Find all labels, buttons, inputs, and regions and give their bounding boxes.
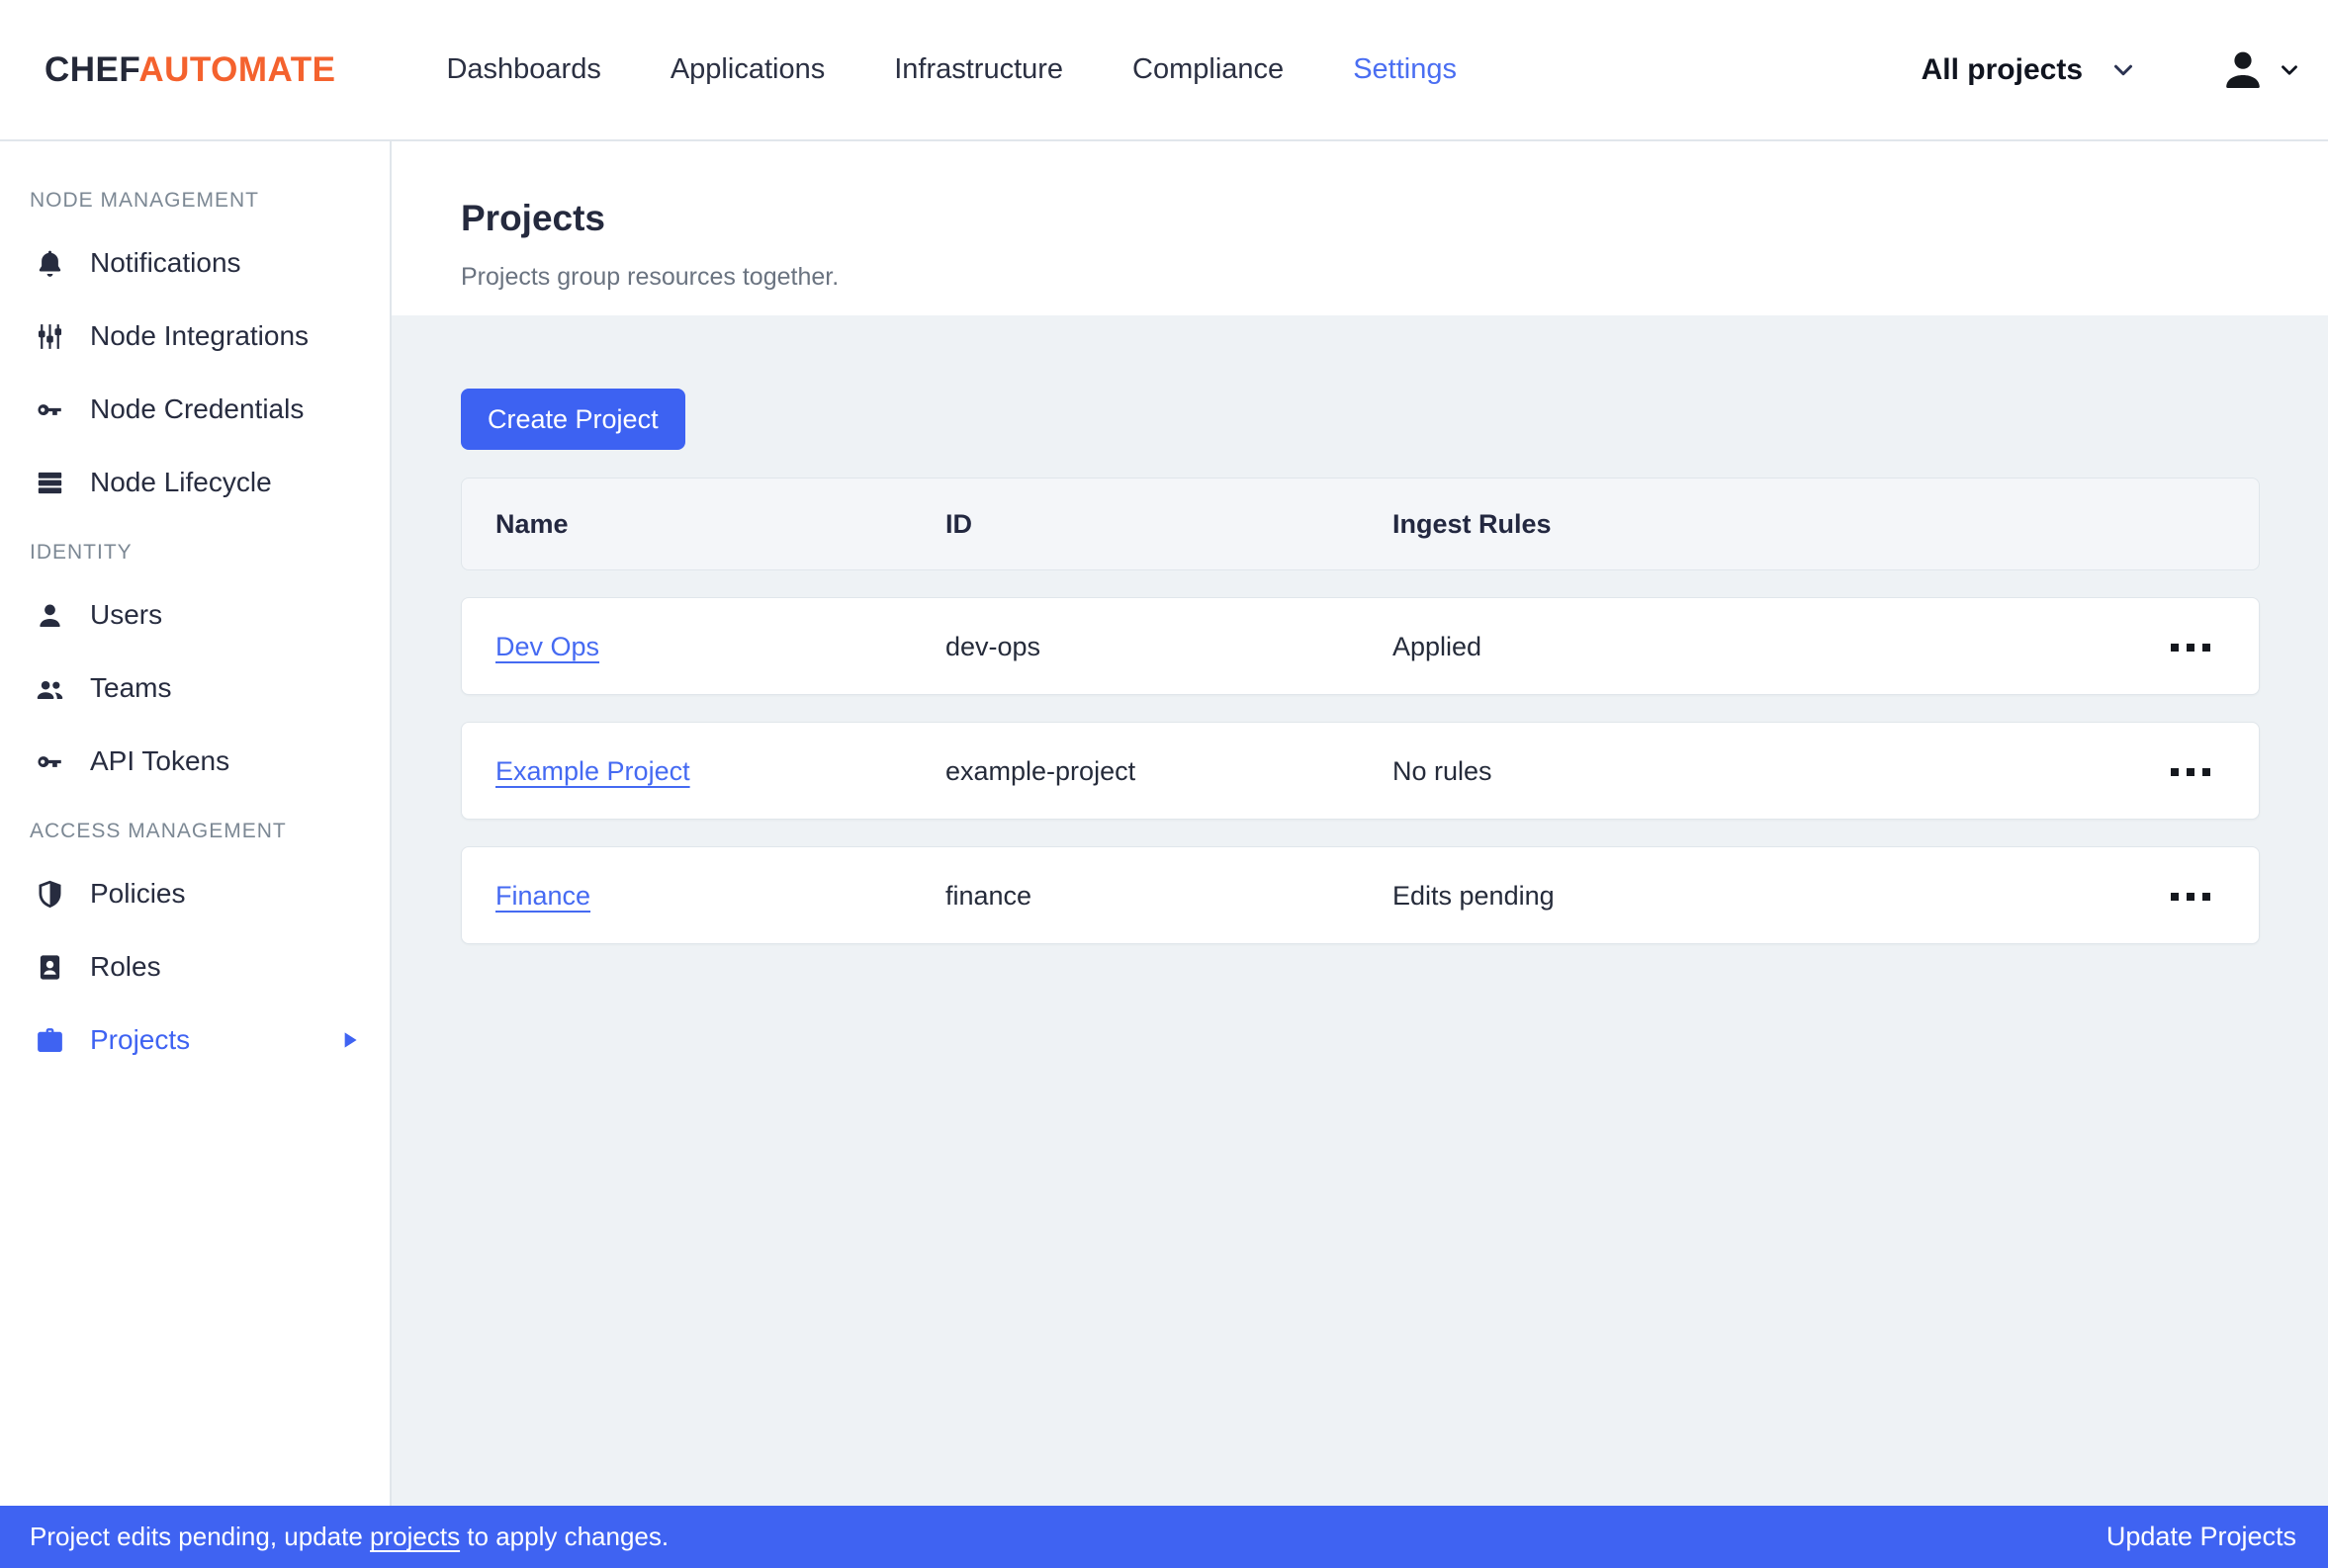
sidebar-item-notifications[interactable]: Notifications	[0, 226, 390, 300]
create-project-button[interactable]: Create Project	[461, 389, 685, 450]
shield-icon	[34, 878, 66, 911]
sidebar-item-teams[interactable]: Teams	[0, 652, 390, 725]
project-ingest-rules: Edits pending	[1392, 881, 2160, 912]
more-icon	[2171, 768, 2179, 776]
sidebar-item-label: Node Lifecycle	[90, 467, 272, 498]
column-header-name: Name	[495, 509, 945, 540]
project-ingest-rules: Applied	[1392, 632, 2160, 662]
sidebar-item-label: Roles	[90, 951, 161, 983]
sidebar-item-label: Node Integrations	[90, 320, 309, 352]
nav-item-settings[interactable]: Settings	[1353, 53, 1457, 86]
users-icon	[34, 672, 66, 705]
brand-chef: CHEF	[45, 50, 138, 89]
table-row: Dev Ops dev-ops Applied	[461, 597, 2260, 695]
pending-changes-banner: Project edits pending, update projects t…	[0, 1506, 2328, 1568]
sidebar-item-projects[interactable]: Projects	[0, 1003, 390, 1077]
chevron-down-icon	[2277, 57, 2302, 83]
user-icon	[34, 599, 66, 632]
sidebar-section-access-management: ACCESS MANAGEMENT Policies Roles Project…	[0, 798, 390, 1077]
row-menu-button[interactable]	[2160, 723, 2221, 821]
sidebar-item-label: Users	[90, 599, 162, 631]
sidebar-item-label: API Tokens	[90, 745, 229, 777]
projects-filter-label: All projects	[1922, 53, 2083, 87]
top-nav-right: All projects	[1922, 46, 2302, 94]
table-row: Finance finance Edits pending	[461, 846, 2260, 944]
sidebar-item-node-credentials[interactable]: Node Credentials	[0, 373, 390, 446]
storage-icon	[34, 467, 66, 499]
update-projects-button[interactable]: Update Projects	[2106, 1522, 2296, 1552]
sidebar-item-roles[interactable]: Roles	[0, 930, 390, 1003]
sidebar-item-label: Teams	[90, 672, 171, 704]
page-header: Projects Projects group resources togeth…	[392, 141, 2328, 315]
nav-item-dashboards[interactable]: Dashboards	[446, 53, 600, 86]
sidebar-item-label: Notifications	[90, 247, 241, 279]
page-title: Projects	[461, 198, 2259, 239]
projects-table-header: Name ID Ingest Rules	[461, 478, 2260, 570]
project-name-link[interactable]: Example Project	[495, 756, 690, 787]
column-header-ingest-rules: Ingest Rules	[1392, 509, 2160, 540]
sidebar-item-label: Node Credentials	[90, 393, 304, 425]
table-row: Example Project example-project No rules	[461, 722, 2260, 820]
bell-icon	[34, 247, 66, 280]
settings-sidebar: NODE MANAGEMENT Notifications Node Integ…	[0, 141, 392, 1506]
nav-item-compliance[interactable]: Compliance	[1132, 53, 1284, 86]
main-content: Projects Projects group resources togeth…	[392, 141, 2328, 1506]
sidebar-section-node-management: NODE MANAGEMENT Notifications Node Integ…	[0, 167, 390, 519]
badge-icon	[34, 951, 66, 984]
sidebar-item-node-lifecycle[interactable]: Node Lifecycle	[0, 446, 390, 519]
sidebar-section-label: IDENTITY	[0, 519, 390, 578]
sidebar-item-api-tokens[interactable]: API Tokens	[0, 725, 390, 798]
page-subtitle: Projects group resources together.	[461, 263, 2259, 292]
row-menu-button[interactable]	[2160, 598, 2221, 696]
sidebar-item-node-integrations[interactable]: Node Integrations	[0, 300, 390, 373]
more-icon	[2171, 893, 2179, 901]
key-icon	[34, 393, 66, 426]
nav-item-applications[interactable]: Applications	[671, 53, 825, 86]
briefcase-icon	[34, 1024, 66, 1057]
sidebar-section-identity: IDENTITY Users Teams API Tokens	[0, 519, 390, 798]
column-header-id: ID	[945, 509, 1392, 540]
sidebar-item-users[interactable]: Users	[0, 578, 390, 652]
projects-filter-dropdown[interactable]: All projects	[1922, 53, 2138, 87]
project-id: finance	[945, 881, 1392, 912]
chevron-down-icon	[2108, 55, 2138, 85]
sidebar-item-label: Policies	[90, 878, 185, 910]
sidebar-section-label: ACCESS MANAGEMENT	[0, 798, 390, 857]
projects-table: Name ID Ingest Rules Dev Ops dev-ops App…	[461, 478, 2260, 944]
sidebar-item-label: Projects	[90, 1024, 190, 1056]
project-ingest-rules: No rules	[1392, 756, 2160, 787]
primary-nav: Dashboards Applications Infrastructure C…	[446, 53, 1457, 86]
project-id: example-project	[945, 756, 1392, 787]
user-menu[interactable]	[2219, 46, 2302, 94]
brand-automate: AUTOMATE	[138, 50, 335, 89]
sliders-icon	[34, 320, 66, 353]
more-icon	[2171, 644, 2179, 652]
row-menu-button[interactable]	[2160, 847, 2221, 945]
arrow-right-icon	[336, 1027, 362, 1053]
project-name-link[interactable]: Dev Ops	[495, 632, 599, 662]
banner-projects-link[interactable]: projects	[370, 1522, 460, 1551]
brand-logo[interactable]: CHEFAUTOMATE	[45, 50, 335, 90]
sidebar-section-label: NODE MANAGEMENT	[0, 167, 390, 226]
project-name-link[interactable]: Finance	[495, 881, 590, 912]
sidebar-item-policies[interactable]: Policies	[0, 857, 390, 930]
top-nav: CHEFAUTOMATE Dashboards Applications Inf…	[0, 0, 2328, 141]
user-avatar-icon	[2219, 46, 2267, 94]
key-icon	[34, 745, 66, 778]
projects-panel: Create Project Name ID Ingest Rules Dev …	[392, 315, 2328, 1506]
banner-message: Project edits pending, update projects t…	[30, 1522, 669, 1552]
nav-item-infrastructure[interactable]: Infrastructure	[894, 53, 1063, 86]
project-id: dev-ops	[945, 632, 1392, 662]
